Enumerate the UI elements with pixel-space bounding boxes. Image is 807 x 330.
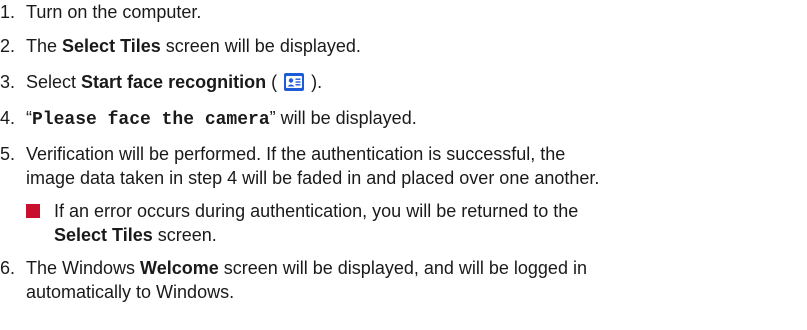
step-number: 5. xyxy=(0,144,16,164)
step-number: 4. xyxy=(0,108,16,128)
text-fragment: screen will be displayed, and will be lo… xyxy=(218,258,587,278)
step-text-line-2: automatically to Windows. xyxy=(26,282,235,302)
face-recognition-id-card-icon xyxy=(284,73,305,91)
text-fragment: Select xyxy=(26,72,82,92)
step-number: 2. xyxy=(0,36,16,56)
screen-name: Welcome xyxy=(140,258,219,278)
red-square-bullet-icon xyxy=(26,204,40,218)
step-text-line-1: The Windows Welcome screen will be displ… xyxy=(26,256,587,280)
step-text-line-2: image data taken in step 4 will be faded… xyxy=(26,168,600,188)
step-text: Select Start face recognition ( ). xyxy=(26,70,322,94)
text-fragment: The xyxy=(26,36,63,56)
step-text: The Select Tiles screen will be displaye… xyxy=(26,34,361,58)
step-text-line-1: Verification will be performed. If the a… xyxy=(26,144,566,164)
text-fragment: ( xyxy=(266,72,283,92)
text-fragment: ” will be displayed. xyxy=(269,108,417,128)
note-text-line-2: Select Tiles screen. xyxy=(54,223,217,247)
step-number: 3. xyxy=(0,72,16,92)
step-text: Turn on the computer. xyxy=(26,2,202,22)
step-number: 1. xyxy=(0,2,16,22)
text-fragment: ). xyxy=(306,72,323,92)
text-fragment: screen. xyxy=(152,225,217,245)
screen-name: Select Tiles xyxy=(62,36,161,56)
screen-name: Select Tiles xyxy=(54,225,153,245)
tile-name: Start face recognition xyxy=(81,72,267,92)
text-fragment: screen will be displayed. xyxy=(160,36,361,56)
note-text-line-1: If an error occurs during authentication… xyxy=(54,201,579,221)
step-number: 6. xyxy=(0,258,16,278)
on-screen-message: Please face the camera xyxy=(32,110,270,130)
step-text: “Please face the camera” will be display… xyxy=(26,106,417,132)
text-fragment: The Windows xyxy=(26,258,141,278)
